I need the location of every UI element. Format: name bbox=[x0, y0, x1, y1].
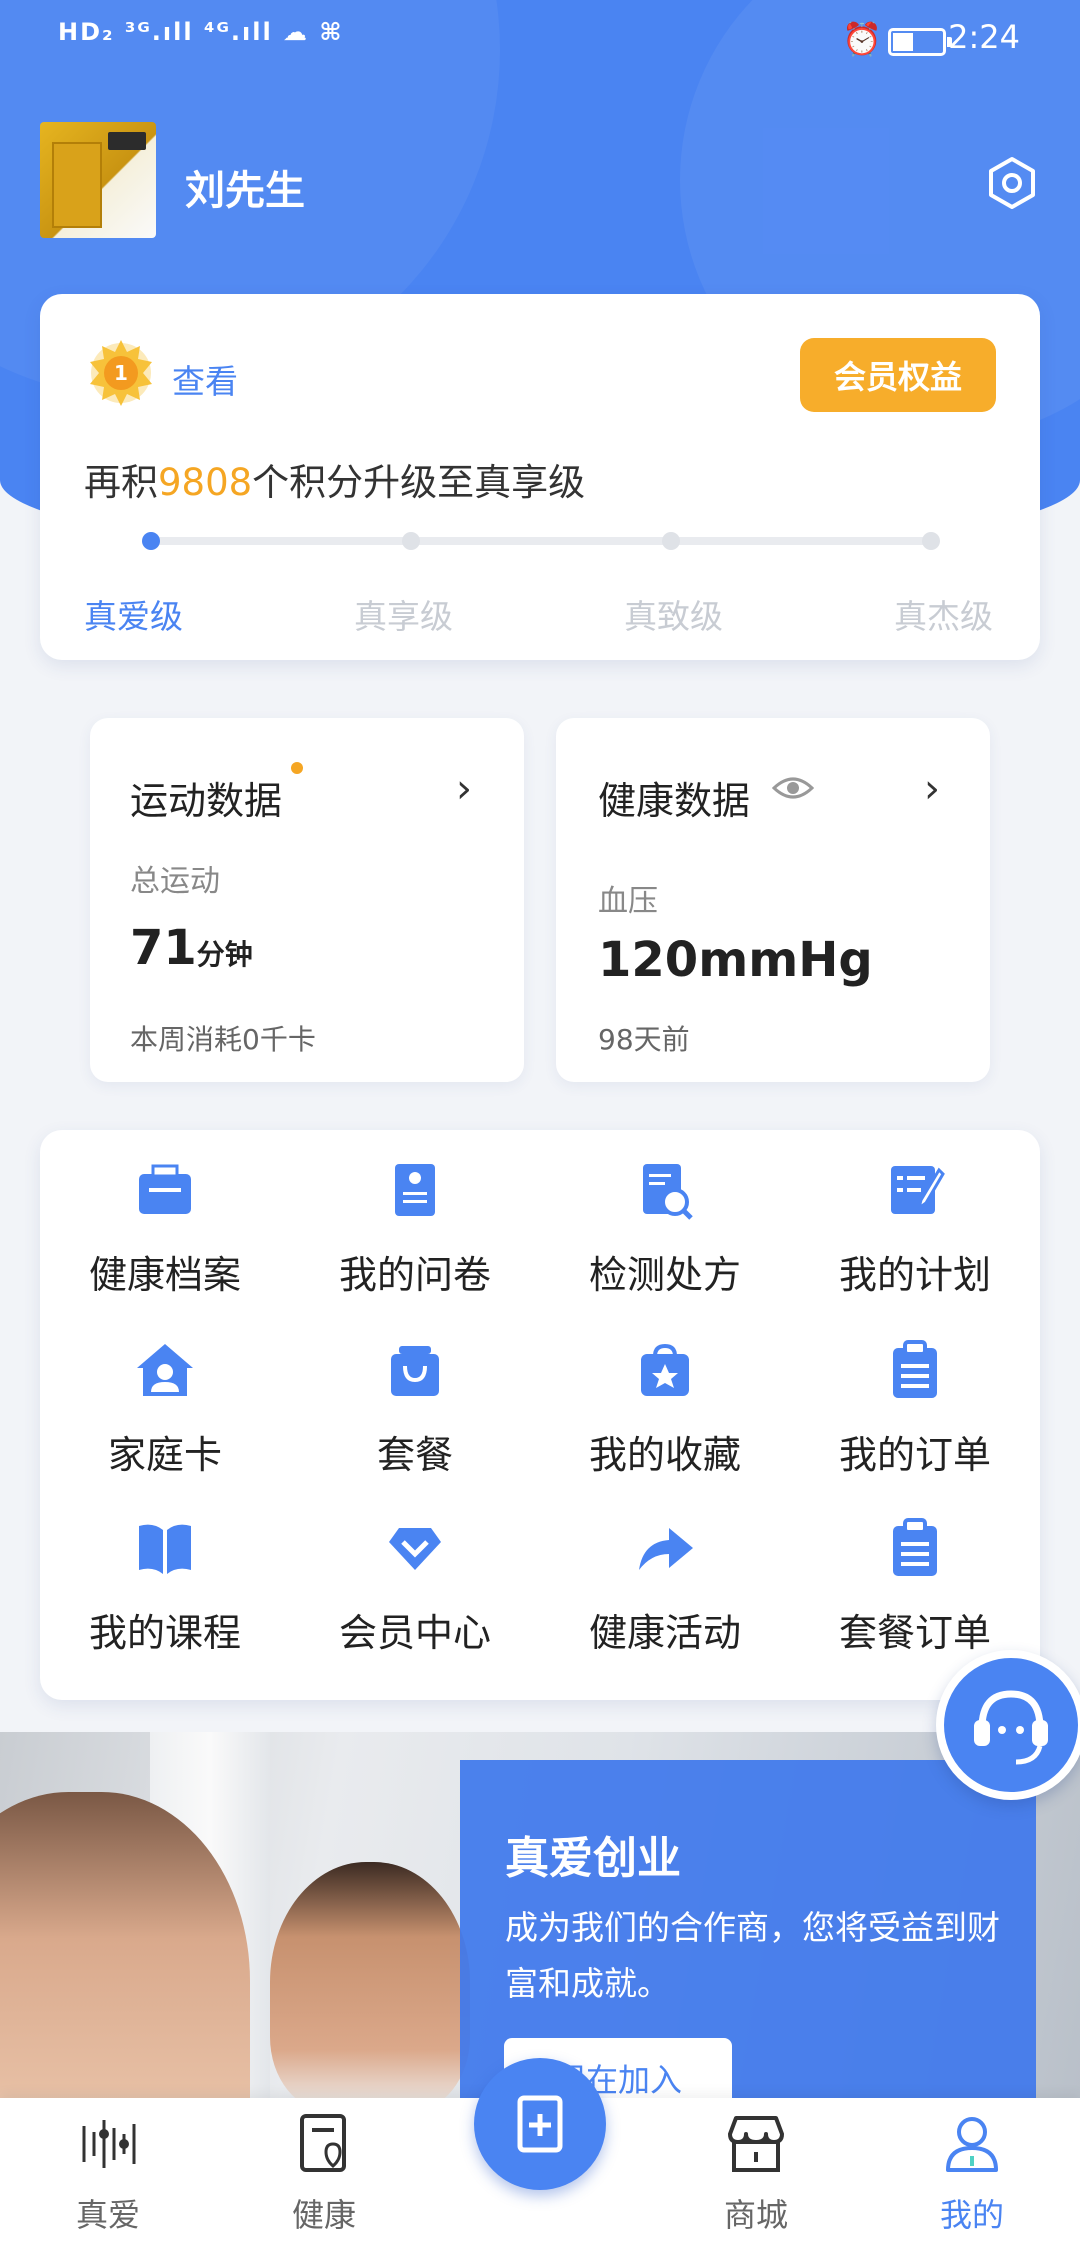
health-footnote: 98天前 bbox=[598, 1023, 690, 1056]
grid-item[interactable]: 我的订单 bbox=[790, 1340, 1040, 1479]
level-label-1: 真爱级 bbox=[84, 597, 183, 636]
grid-item-label: 我的计划 bbox=[838, 1253, 991, 1297]
points-suffix: 个积分升级至真享级 bbox=[252, 461, 586, 504]
grid-item[interactable]: 我的收藏 bbox=[540, 1340, 790, 1479]
grid-item-label: 我的问卷 bbox=[338, 1253, 491, 1297]
settings-icon[interactable] bbox=[984, 155, 1040, 211]
partner-banner[interactable]: 真爱创业 成为我们的合作商，您将受益到财富和成就。 现在加入 bbox=[0, 1732, 1080, 2104]
grid-item[interactable]: 会员中心 bbox=[290, 1518, 540, 1657]
level-badge-number: 1 bbox=[114, 361, 128, 385]
avatar[interactable] bbox=[40, 122, 156, 238]
grid-item[interactable]: 检测处方 bbox=[540, 1160, 790, 1299]
points-prefix: 再积 bbox=[84, 461, 158, 504]
grid-item-label: 我的订单 bbox=[838, 1433, 991, 1477]
grid-item-label: 检测处方 bbox=[588, 1253, 741, 1297]
level-label-3: 真致级 bbox=[624, 597, 723, 636]
status-time: 2:24 bbox=[948, 18, 1020, 56]
tab-health-label: 健康 bbox=[291, 2196, 356, 2234]
grid-item-label: 我的收藏 bbox=[588, 1433, 741, 1477]
package-icon bbox=[391, 1346, 439, 1396]
sport-value: 71 bbox=[130, 920, 197, 976]
banner-photo-person bbox=[270, 1862, 470, 2104]
plan-icon bbox=[891, 1166, 945, 1214]
sport-label: 总运动 bbox=[130, 864, 220, 899]
sport-chevron-icon[interactable]: › bbox=[456, 766, 472, 812]
sport-new-badge bbox=[291, 762, 303, 774]
grid-item[interactable]: 套餐订单 bbox=[790, 1518, 1040, 1657]
activity-icon bbox=[639, 1528, 693, 1570]
tab-mine[interactable]: 我的 bbox=[902, 2112, 1042, 2236]
sport-unit: 分钟 bbox=[196, 938, 253, 971]
level-label-4: 真杰级 bbox=[894, 597, 993, 636]
grid-item-label: 家庭卡 bbox=[107, 1433, 222, 1477]
grid-item-label: 我的课程 bbox=[88, 1611, 241, 1655]
grid-item[interactable]: 我的问卷 bbox=[290, 1160, 540, 1299]
grid-item[interactable]: 我的计划 bbox=[790, 1160, 1040, 1299]
status-icons: HD₂ ³ᴳ.ıll ⁴ᴳ.ıll ☁ ⌘ bbox=[58, 18, 344, 46]
eye-icon[interactable] bbox=[772, 774, 814, 802]
points-upgrade-text: 再积9808个积分升级至真享级 bbox=[84, 452, 585, 506]
points-needed: 9808 bbox=[158, 461, 253, 504]
prescription-icon bbox=[643, 1164, 693, 1220]
zhenai-icon bbox=[82, 2120, 136, 2168]
alarm-icon: ⏰ bbox=[842, 20, 882, 58]
health-label: 血压 bbox=[598, 884, 658, 919]
status-bar: HD₂ ³ᴳ.ıll ⁴ᴳ.ıll ☁ ⌘ ⏰ 2:24 bbox=[0, 0, 1080, 80]
sport-data-title: 运动数据 bbox=[130, 779, 283, 823]
health-chevron-icon[interactable]: › bbox=[924, 766, 940, 812]
grid-item[interactable]: 家庭卡 bbox=[40, 1340, 290, 1479]
tab-mall-label: 商城 bbox=[723, 2196, 788, 2234]
tab-health[interactable]: 健康 bbox=[254, 2112, 394, 2236]
center-add-icon bbox=[517, 2095, 563, 2153]
level-badge-icon: 1 bbox=[90, 340, 152, 406]
level-progress-track bbox=[150, 537, 930, 545]
customer-service-button[interactable] bbox=[936, 1650, 1080, 1800]
course-icon bbox=[139, 1524, 191, 1574]
health-icon bbox=[300, 2114, 346, 2172]
grid-item-label: 健康档案 bbox=[88, 1253, 241, 1297]
grid-item-label: 套餐 bbox=[376, 1433, 453, 1477]
grid-item[interactable]: 套餐 bbox=[290, 1340, 540, 1479]
battery-icon bbox=[888, 28, 952, 56]
grid-item-label: 套餐订单 bbox=[838, 1611, 991, 1655]
sport-value-row: 71分钟 bbox=[130, 920, 253, 976]
profile-icon bbox=[946, 2117, 998, 2172]
sport-footnote: 本周消耗0千卡 bbox=[130, 1023, 316, 1056]
health-value: 120mmHg bbox=[598, 932, 873, 988]
level-dot-4 bbox=[922, 532, 940, 550]
grid-item-label: 会员中心 bbox=[338, 1611, 491, 1655]
member-center-icon bbox=[389, 1528, 441, 1570]
headset-icon bbox=[974, 1690, 1048, 1765]
level-dot-3 bbox=[662, 532, 680, 550]
level-label-2: 真享级 bbox=[354, 597, 453, 636]
family-card-icon bbox=[137, 1344, 193, 1396]
banner-text: 成为我们的合作商，您将受益到财富和成就。 bbox=[505, 1908, 1000, 2003]
questionnaire-icon bbox=[395, 1164, 435, 1216]
grid-item[interactable]: 我的课程 bbox=[40, 1518, 290, 1657]
tab-zhenai[interactable]: 真爱 bbox=[38, 2112, 178, 2236]
grid-item[interactable]: 健康活动 bbox=[540, 1518, 790, 1657]
health-data-title: 健康数据 bbox=[598, 779, 751, 823]
tab-center-button[interactable] bbox=[474, 2058, 606, 2190]
mall-icon bbox=[728, 2116, 784, 2172]
tab-mine-label: 我的 bbox=[939, 2196, 1004, 2234]
user-name: 刘先生 bbox=[185, 168, 305, 214]
member-benefits-button[interactable]: 会员权益 bbox=[800, 338, 996, 412]
level-dot-1 bbox=[142, 532, 160, 550]
grid-item-label: 健康活动 bbox=[588, 1611, 741, 1655]
tab-mall[interactable]: 商城 bbox=[686, 2112, 826, 2236]
folder-icon bbox=[139, 1164, 191, 1214]
tab-zhenai-label: 真爱 bbox=[75, 2196, 140, 2234]
banner-title: 真爱创业 bbox=[505, 1833, 681, 1884]
order-icon bbox=[893, 1340, 937, 1398]
package-order-icon bbox=[893, 1518, 937, 1576]
grid-item[interactable]: 健康档案 bbox=[40, 1160, 290, 1299]
level-dot-2 bbox=[402, 532, 420, 550]
favorite-icon bbox=[641, 1343, 689, 1396]
view-level-link[interactable]: 查看 bbox=[172, 355, 238, 403]
